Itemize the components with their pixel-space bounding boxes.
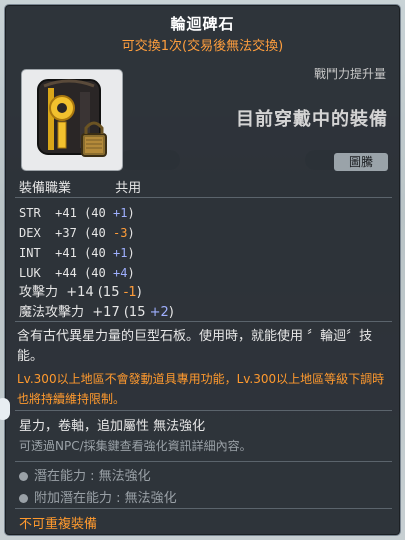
divider [15,410,392,411]
divider [15,508,392,509]
stat-row-magic-attack: 魔法攻擊力 +17 (15 +2) [19,303,174,323]
divider [15,321,392,322]
stat-close: ) [127,226,135,240]
job-value: 共用 [115,181,142,196]
enhance-hint: 可透過NPC/採集鍵查看強化資訊詳細內容。 [19,439,252,453]
stat-name: LUK [19,266,41,280]
enhance-status: 星力，卷軸，追加屬性 無法強化 [19,419,206,434]
divider [15,461,392,462]
stat-base: (40 [84,226,106,240]
stat-base: (15 [123,305,146,320]
stat-name: DEX [19,226,41,240]
stat-value: +17 [92,305,120,320]
stat-base: (40 [84,266,106,280]
stat-row-str: STR +41 (40 +1) [19,203,135,223]
scroll-handle[interactable] [0,398,10,420]
stat-name: 攻擊力 [19,285,59,300]
trade-note: 可交換1次(交易後無法交換) [121,39,284,54]
divider [15,197,392,198]
stat-delta: +2 [149,305,169,320]
no-duplicate-notice: 不可重複裝備 [19,517,98,532]
category-badge: 圖騰 [334,153,388,171]
potential-bullet-icon [19,472,28,481]
stat-delta: +4 [112,266,128,280]
stat-value: +44 [55,266,77,280]
potential-text: 潛在能力 : 無法強化 [34,469,151,484]
stat-name: INT [19,246,41,260]
stat-base: (15 [97,285,120,300]
combat-power-label: 戰鬥力提升量 [313,67,386,81]
stat-value: +14 [66,285,94,300]
stat-base: (40 [84,246,106,260]
level-restriction-notice: Lv.300以上地區不會發動道具專用功能，Lv.300以上地區等級下調時也將持續… [17,372,385,406]
job-label: 裝備職業 [19,181,72,196]
equipped-status: 目前穿戴中的裝備 [236,109,388,130]
stat-row-attack: 攻擊力 +14 (15 -1) [19,283,174,303]
stat-close: ) [127,206,135,220]
item-tooltip: 輪迴碑石 可交換1次(交易後無法交換) 戰鬥力提升量 目前穿戴中的裝備 圖騰 裝… [4,4,401,536]
stat-delta: +1 [112,206,128,220]
stat-delta: -3 [112,226,128,240]
stat-list: STR +41 (40 +1) DEX +37 (40 -3) INT +41 … [19,203,135,283]
item-icon-frame [21,69,123,171]
attack-list: 攻擊力 +14 (15 -1) 魔法攻擊力 +17 (15 +2) [19,283,174,323]
stat-delta: -1 [123,285,137,300]
stat-name: 魔法攻擊力 [19,305,85,320]
additional-potential-row: 附加潛在能力 : 無法強化 [19,487,177,506]
stat-row-luk: LUK +44 (40 +4) [19,263,135,283]
additional-potential-text: 附加潛在能力 : 無法強化 [34,491,177,506]
job-row: 裝備職業 共用 [19,177,141,196]
stat-close: ) [136,285,142,300]
stat-row-dex: DEX +37 (40 -3) [19,223,135,243]
stat-value: +37 [55,226,77,240]
stat-row-int: INT +41 (40 +1) [19,243,135,263]
stat-delta: +1 [112,246,128,260]
item-name: 輪迴碑石 [170,15,235,33]
totem-stone-icon [37,79,107,157]
stat-close: ) [127,266,135,280]
stat-value: +41 [55,206,77,220]
stat-close: ) [127,246,135,260]
stat-close: ) [168,305,174,320]
stat-name: STR [19,206,41,220]
item-description: 含有古代異星力量的巨型石板。使用時，就能使用 〞輪迴〞技能。 [17,329,373,364]
stat-base: (40 [84,206,106,220]
potential-row: 潛在能力 : 無法強化 [19,465,151,484]
stat-value: +41 [55,246,77,260]
potential-bullet-icon [19,494,28,503]
